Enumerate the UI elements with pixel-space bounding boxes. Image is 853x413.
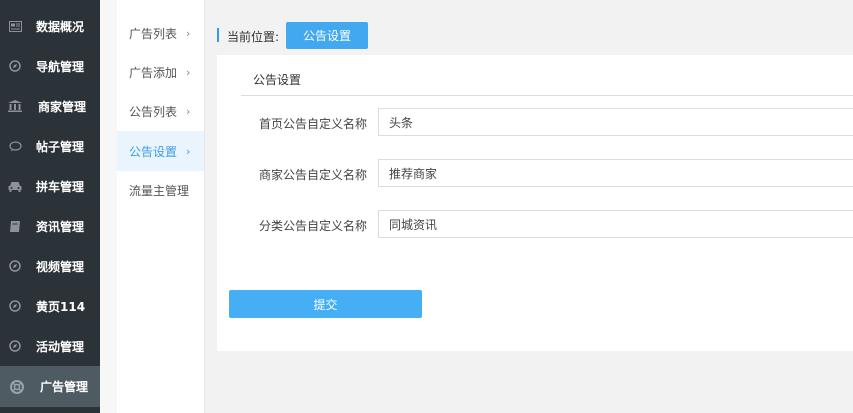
- sidebar-item-carpool[interactable]: 拼车管理: [0, 166, 100, 206]
- homepage-notice-name-label: 首页公告自定义名称: [258, 117, 367, 131]
- sidebar-item-ads[interactable]: 广告管理: [0, 366, 100, 407]
- sidebar-item-label: 黄页114: [36, 299, 86, 314]
- submit-button[interactable]: 提交: [229, 290, 422, 318]
- sidebar-item-activities[interactable]: 活动管理: [0, 326, 100, 366]
- sidebar-item-video[interactable]: 视频管理: [0, 246, 100, 286]
- lifebuoy-icon: [10, 379, 24, 394]
- homepage-notice-name-input[interactable]: 头条: [378, 108, 853, 136]
- submenu-item-label: 公告设置: [129, 144, 178, 159]
- category-notice-name-label: 分类公告自定义名称: [258, 219, 367, 233]
- submenu-item-label: 广告列表: [129, 26, 178, 41]
- sidebar-item-label: 数据概况: [36, 19, 85, 34]
- submenu-item-label: 流量主管理: [129, 183, 190, 198]
- sidebar-item-yellow-pages[interactable]: 黄页114: [0, 286, 100, 326]
- sidebar-item-label: 商家管理: [38, 99, 87, 114]
- submenu-item-notice-settings[interactable]: 公告设置 ›: [117, 131, 204, 171]
- sidebar-item-label: 视频管理: [36, 259, 85, 274]
- main-sidebar: 数据概况 导航管理 商家管理 帖子管理 拼车管理 资讯管理 视频管理 黄页114…: [0, 0, 100, 413]
- sidebar-item-data-overview[interactable]: 数据概况: [0, 6, 100, 46]
- chevron-right-icon: ›: [186, 144, 191, 158]
- merchant-notice-name-input[interactable]: 推荐商家: [378, 159, 853, 187]
- dashboard-icon: [8, 19, 22, 33]
- settings-panel: 公告设置 首页公告自定义名称 头条 商家公告自定义名称 推荐商家 分类公告自定义…: [217, 55, 853, 351]
- compass-icon: [8, 299, 22, 313]
- chevron-right-icon: ›: [186, 65, 191, 79]
- sidebar-gap: [100, 0, 117, 413]
- compass-icon: [8, 339, 22, 353]
- breadcrumb-marker: [217, 28, 219, 42]
- submenu-item-traffic-owner[interactable]: 流量主管理: [117, 170, 204, 210]
- breadcrumb-label: 当前位置:: [227, 30, 280, 44]
- sidebar-item-news[interactable]: 资讯管理: [0, 206, 100, 246]
- bank-icon: [8, 99, 22, 113]
- chat-bubble-icon: [8, 139, 22, 153]
- compass-icon: [8, 59, 22, 73]
- sidebar-item-posts[interactable]: 帖子管理: [0, 126, 100, 166]
- chevron-right-icon: ›: [186, 104, 191, 118]
- breadcrumb-current-button[interactable]: 公告设置: [286, 22, 368, 49]
- sidebar-item-navigation[interactable]: 导航管理: [0, 46, 100, 86]
- compass-icon: [8, 259, 22, 273]
- chevron-right-icon: ›: [186, 26, 191, 40]
- sidebar-item-label: 活动管理: [36, 339, 85, 354]
- submenu-item-ad-list[interactable]: 广告列表 ›: [117, 13, 204, 53]
- sidebar-item-label: 导航管理: [36, 59, 85, 74]
- sidebar-item-merchants[interactable]: 商家管理: [0, 86, 100, 126]
- car-icon: [8, 179, 22, 193]
- submenu-item-notice-list[interactable]: 公告列表 ›: [117, 91, 204, 131]
- submenu-item-label: 公告列表: [129, 104, 178, 119]
- sidebar-item-label: 帖子管理: [36, 139, 85, 154]
- category-notice-name-input[interactable]: 同城资讯: [378, 210, 853, 238]
- panel-title: 公告设置: [253, 73, 302, 87]
- submenu-item-ad-add[interactable]: 广告添加 ›: [117, 52, 204, 92]
- panel-divider: [241, 95, 853, 96]
- book-icon: [8, 219, 22, 233]
- merchant-notice-name-label: 商家公告自定义名称: [258, 168, 367, 182]
- submenu-item-label: 广告添加: [129, 65, 178, 80]
- sidebar-item-label: 拼车管理: [36, 179, 85, 194]
- sidebar-item-label: 广告管理: [40, 380, 89, 394]
- sub-menu: 广告列表 › 广告添加 › 公告列表 › 公告设置 › 流量主管理: [117, 0, 205, 413]
- sidebar-item-label: 资讯管理: [36, 219, 85, 234]
